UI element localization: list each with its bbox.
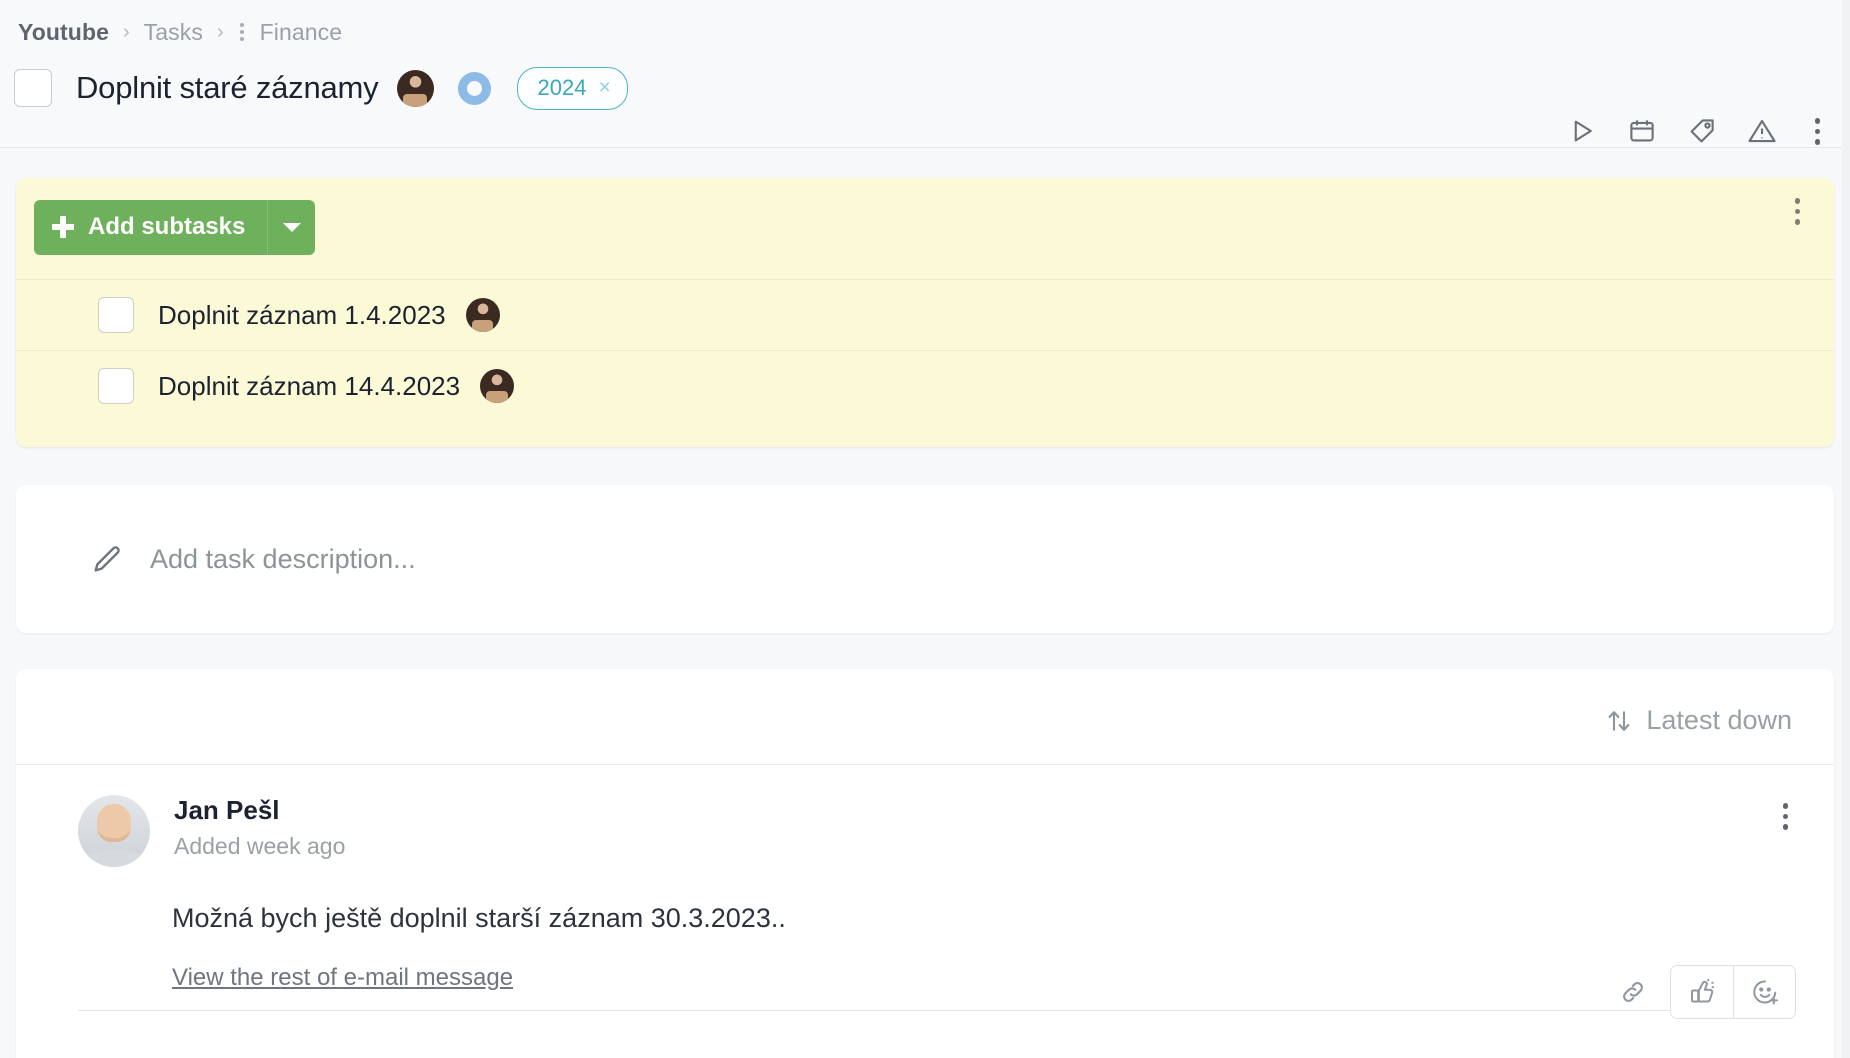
breadcrumb-item-youtube[interactable]: Youtube xyxy=(18,19,109,46)
task-description-field[interactable]: Add task description... xyxy=(16,485,1834,633)
add-subtasks-dropdown-button[interactable] xyxy=(267,200,316,255)
plus-icon xyxy=(52,216,74,238)
tag-label: 2024 xyxy=(537,74,587,100)
add-subtasks-split-button: Add subtasks xyxy=(34,200,316,255)
task-complete-checkbox[interactable] xyxy=(14,69,52,107)
breadcrumb-item-finance[interactable]: Finance xyxy=(260,19,343,46)
comment-header: Jan Pešl Added week ago xyxy=(78,795,1792,867)
task-detail-page: Youtube › Tasks › Finance Doplnit staré … xyxy=(0,0,1850,1058)
chevron-down-icon xyxy=(282,223,301,232)
play-icon[interactable] xyxy=(1567,116,1597,146)
comment-divider xyxy=(78,1010,1792,1011)
thumbs-up-button[interactable] xyxy=(1671,966,1733,1018)
breadcrumb-separator-icon: › xyxy=(216,21,224,43)
comments-panel: Latest down Jan Pešl Added week ago Možn… xyxy=(16,669,1834,1058)
comment-author: Jan Pešl xyxy=(174,795,280,825)
link-icon[interactable] xyxy=(1618,977,1648,1007)
comment-meta: Jan Pešl Added week ago xyxy=(174,795,345,860)
comment-more-vertical-icon[interactable] xyxy=(1775,801,1797,832)
add-subtasks-button[interactable]: Add subtasks xyxy=(34,200,268,255)
comment-timestamp: Added week ago xyxy=(174,833,346,859)
thumbs-up-icon xyxy=(1691,978,1714,1003)
status-badge[interactable] xyxy=(457,71,491,105)
comments-sort-control[interactable]: Latest down xyxy=(16,669,1834,764)
view-rest-of-email-link[interactable]: View the rest of e-mail message xyxy=(172,964,513,992)
comment-actions xyxy=(1618,965,1796,1019)
tag-remove-icon[interactable]: × xyxy=(598,77,610,98)
subtask-checkbox[interactable] xyxy=(98,297,134,333)
more-vertical-icon[interactable] xyxy=(1807,116,1829,147)
breadcrumb-item-tasks[interactable]: Tasks xyxy=(144,19,203,46)
subtask-checkbox[interactable] xyxy=(98,368,134,404)
breadcrumb-separator-icon: › xyxy=(122,21,130,43)
warning-icon[interactable] xyxy=(1747,116,1777,146)
tag-icon[interactable] xyxy=(1687,116,1717,146)
breadcrumb-more-vertical-icon[interactable] xyxy=(238,23,246,41)
subtask-label: Doplnit záznam 1.4.2023 xyxy=(158,299,446,330)
subtask-list: Doplnit záznam 1.4.2023 Doplnit záznam 1… xyxy=(16,279,1834,421)
add-reaction-button[interactable] xyxy=(1733,966,1795,1018)
table-row[interactable]: Doplnit záznam 14.4.2023 xyxy=(16,350,1834,421)
comment-item: Jan Pešl Added week ago Možná bych ještě… xyxy=(16,764,1834,1037)
comment-text: Možná bych ještě doplnil starší záznam 3… xyxy=(172,903,786,933)
page-title: Doplnit staré záznamy xyxy=(76,70,379,105)
add-subtasks-label: Add subtasks xyxy=(88,213,246,240)
tag-2024[interactable]: 2024 × xyxy=(516,66,628,110)
table-row[interactable]: Doplnit záznam 1.4.2023 xyxy=(16,279,1834,350)
task-description-placeholder: Add task description... xyxy=(150,543,416,574)
reaction-button-group xyxy=(1670,965,1796,1019)
subtask-label: Doplnit záznam 14.4.2023 xyxy=(158,370,461,401)
task-header: Youtube › Tasks › Finance Doplnit staré … xyxy=(0,0,1850,148)
sort-arrows-icon xyxy=(1608,710,1630,731)
breadcrumb: Youtube › Tasks › Finance xyxy=(0,0,1850,46)
comments-sort-label: Latest down xyxy=(1646,705,1792,735)
subtasks-panel: Add subtasks Doplnit záznam 1.4.2023 Dop… xyxy=(16,178,1834,447)
assignee-avatar[interactable] xyxy=(396,69,434,107)
page-scrollbar[interactable] xyxy=(1842,0,1850,1058)
subtask-assignee-avatar[interactable] xyxy=(480,369,515,403)
pencil-icon xyxy=(94,546,120,572)
calendar-icon[interactable] xyxy=(1627,116,1657,146)
add-reaction-icon xyxy=(1752,980,1778,1005)
subtask-assignee-avatar[interactable] xyxy=(465,298,500,332)
subtasks-more-vertical-icon[interactable] xyxy=(1787,196,1809,227)
header-toolbar xyxy=(1567,116,1829,147)
avatar[interactable] xyxy=(78,795,150,867)
task-title-row: Doplnit staré záznamy 2024 × xyxy=(0,44,1850,145)
